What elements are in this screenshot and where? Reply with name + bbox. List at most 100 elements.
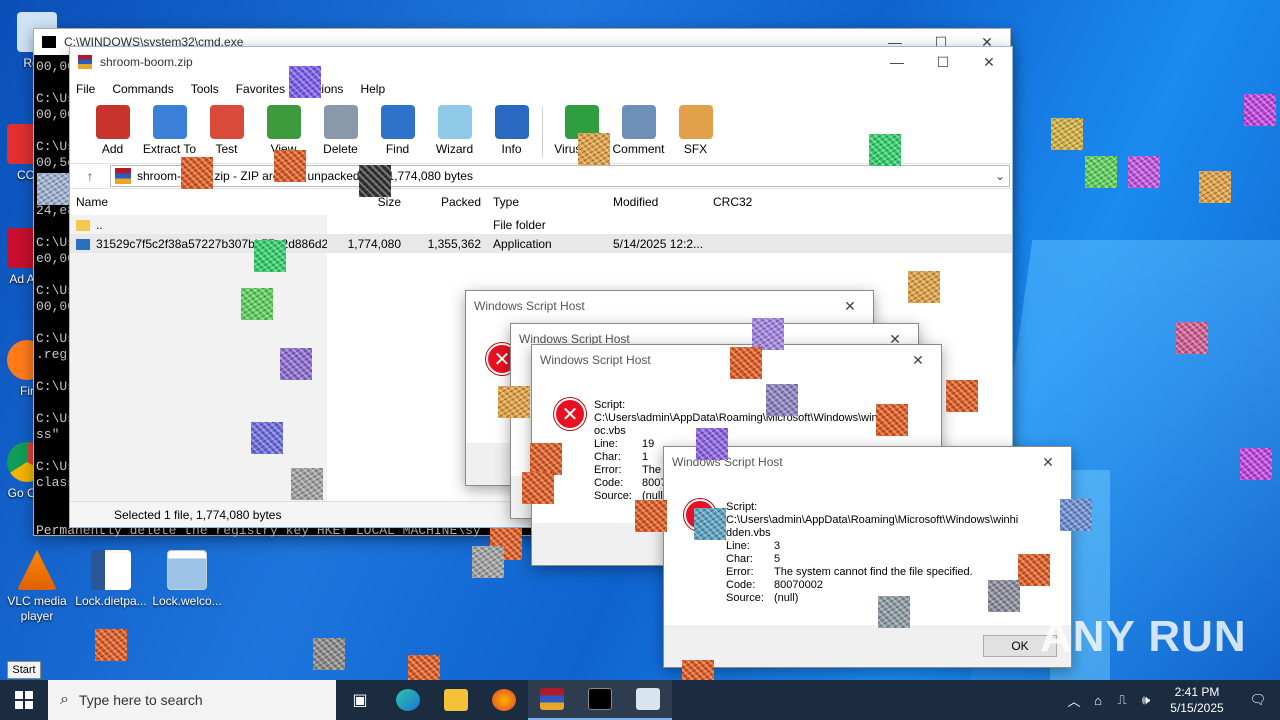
- windows-logo-icon: [15, 691, 33, 709]
- toolbar-button-view[interactable]: View: [255, 101, 312, 156]
- word-document-icon: [91, 550, 131, 590]
- volume-icon[interactable]: 🕪: [1134, 692, 1158, 708]
- glitch-artifact: [241, 288, 273, 320]
- file-name: 31529c7f5c2f38a57227b307bb77e2d886d28...: [70, 237, 327, 251]
- toolbar-button-test[interactable]: Test: [198, 101, 255, 156]
- cmd-icon: [588, 688, 612, 710]
- taskbar-explorer[interactable]: [432, 680, 480, 720]
- script-path-cont: dden.vbs: [726, 527, 771, 539]
- glitch-artifact: [37, 173, 69, 205]
- close-icon[interactable]: ✕: [966, 47, 1012, 77]
- table-row[interactable]: .. File folder: [70, 215, 1012, 234]
- search-placeholder: Type here to search: [78, 692, 203, 708]
- clock[interactable]: 2:41 PM 5/15/2025: [1158, 684, 1236, 716]
- column-type[interactable]: Type: [487, 195, 607, 209]
- chevron-down-icon[interactable]: ⌄: [991, 169, 1009, 183]
- file-name: ..: [70, 218, 327, 232]
- close-icon[interactable]: ✕: [827, 291, 873, 321]
- column-packed[interactable]: Packed: [407, 195, 487, 209]
- toolbar-button-add[interactable]: Add: [84, 101, 141, 156]
- toolbar-button-delete[interactable]: Delete: [312, 101, 369, 156]
- menu-favorites[interactable]: Favorites: [236, 82, 285, 96]
- anyrun-watermark: ANY RUN: [1040, 612, 1247, 661]
- people-icon[interactable]: ⌂: [1086, 693, 1110, 708]
- glitch-artifact: [95, 629, 127, 661]
- menu-file[interactable]: File: [76, 82, 95, 96]
- menu-help[interactable]: Help: [360, 82, 385, 96]
- source-value: (null): [774, 592, 799, 604]
- taskbar-cmd[interactable]: [576, 680, 624, 720]
- file-type: Application: [493, 236, 552, 251]
- application-icon: [76, 238, 90, 250]
- chevron-up-icon[interactable]: ︿: [1062, 691, 1086, 710]
- taskbar-search[interactable]: ⌕ Type here to search: [48, 680, 336, 720]
- winrar-icon: [540, 688, 564, 710]
- glitch-artifact: [1085, 156, 1117, 188]
- winrar-titlebar[interactable]: shroom-boom.zip — ☐ ✕: [70, 47, 1012, 77]
- toolbar-label: Add: [101, 142, 124, 156]
- taskbar-firefox[interactable]: [480, 680, 528, 720]
- toolbar-button-sfx[interactable]: SFX: [667, 101, 724, 156]
- toolbar-button-comment[interactable]: Comment: [610, 101, 667, 156]
- glitch-artifact: [946, 380, 978, 412]
- image-file-icon: [167, 550, 207, 590]
- maximize-icon[interactable]: ☐: [920, 47, 966, 77]
- toolbar-label: Extract To: [142, 142, 197, 156]
- taskbar-script-host[interactable]: [624, 680, 672, 720]
- column-name[interactable]: Name: [70, 195, 327, 209]
- column-size[interactable]: Size: [327, 195, 407, 209]
- up-arrow-icon[interactable]: ↑: [70, 168, 110, 184]
- close-icon[interactable]: ✕: [1025, 447, 1071, 477]
- glitch-artifact: [1176, 322, 1208, 354]
- desktop-icon-vlc[interactable]: VLC media player: [0, 550, 74, 624]
- line-value: 19: [642, 438, 655, 450]
- notification-icon[interactable]: 🗨: [1236, 692, 1280, 708]
- script-host-dialog[interactable]: Windows Script Host ✕ ✕ Script: C:\Users…: [663, 446, 1072, 668]
- clock-time: 2:41 PM: [1174, 685, 1220, 699]
- code-value: 80070002: [774, 579, 823, 591]
- dialog-title: Windows Script Host: [474, 299, 585, 313]
- menu-bar: File Commands Tools Favorites Options He…: [70, 77, 1012, 101]
- archive-path-field[interactable]: shroom-boom.zip - ZIP archive, unpacked …: [110, 165, 1010, 187]
- toolbar-label: Delete: [323, 142, 358, 156]
- minimize-icon[interactable]: —: [874, 47, 920, 77]
- toolbar-button-info[interactable]: Info: [483, 101, 540, 156]
- glitch-artifact: [280, 348, 312, 380]
- glitch-artifact: [1051, 118, 1083, 150]
- desktop-icon-label: VLC media player: [7, 594, 67, 623]
- glitch-artifact: [578, 133, 610, 165]
- archive-icon: [115, 168, 131, 184]
- glitch-artifact: [530, 443, 562, 475]
- table-row[interactable]: 31529c7f5c2f38a57227b307bb77e2d886d28...…: [70, 234, 1012, 253]
- column-modified[interactable]: Modified: [607, 195, 707, 209]
- glitch-artifact: [730, 347, 762, 379]
- task-view-button[interactable]: ▣: [336, 680, 384, 720]
- toolbar-button-extract-to[interactable]: Extract To: [141, 101, 198, 156]
- network-icon[interactable]: ⎍: [1110, 692, 1134, 708]
- sfx-icon: [678, 105, 713, 139]
- desktop-icon-word-doc[interactable]: Lock.dietpa...: [74, 550, 148, 609]
- glitch-artifact: [694, 508, 726, 540]
- archive-path: shroom-boom.zip - ZIP archive, unpacked …: [137, 169, 473, 183]
- menu-tools[interactable]: Tools: [191, 82, 219, 96]
- column-crc32[interactable]: CRC32: [707, 195, 777, 209]
- taskbar: ⌕ Type here to search ▣ ︿ ⌂ ⎍ 🕪 2:41 PM …: [0, 680, 1280, 720]
- toolbar-button-find[interactable]: Find: [369, 101, 426, 156]
- desktop-icon-image[interactable]: Lock.welco...: [150, 550, 224, 609]
- glitch-artifact: [1240, 448, 1272, 480]
- dialog-title: Windows Script Host: [540, 353, 651, 367]
- code-label: Code:: [594, 477, 624, 489]
- toolbar-label: Find: [385, 142, 410, 156]
- glitch-artifact: [1128, 156, 1160, 188]
- menu-commands[interactable]: Commands: [112, 82, 173, 96]
- info-icon: [494, 105, 529, 139]
- extract-to-icon: [152, 105, 187, 139]
- close-icon[interactable]: ✕: [895, 345, 941, 375]
- system-tray: ︿ ⌂ ⎍ 🕪 2:41 PM 5/15/2025 🗨: [1062, 680, 1280, 720]
- toolbar-button-wizard[interactable]: Wizard: [426, 101, 483, 156]
- taskbar-edge[interactable]: [384, 680, 432, 720]
- start-button[interactable]: [0, 680, 48, 720]
- dialog-titlebar[interactable]: Windows Script Host ✕: [466, 291, 873, 321]
- find-icon: [380, 105, 415, 139]
- taskbar-winrar[interactable]: [528, 680, 576, 720]
